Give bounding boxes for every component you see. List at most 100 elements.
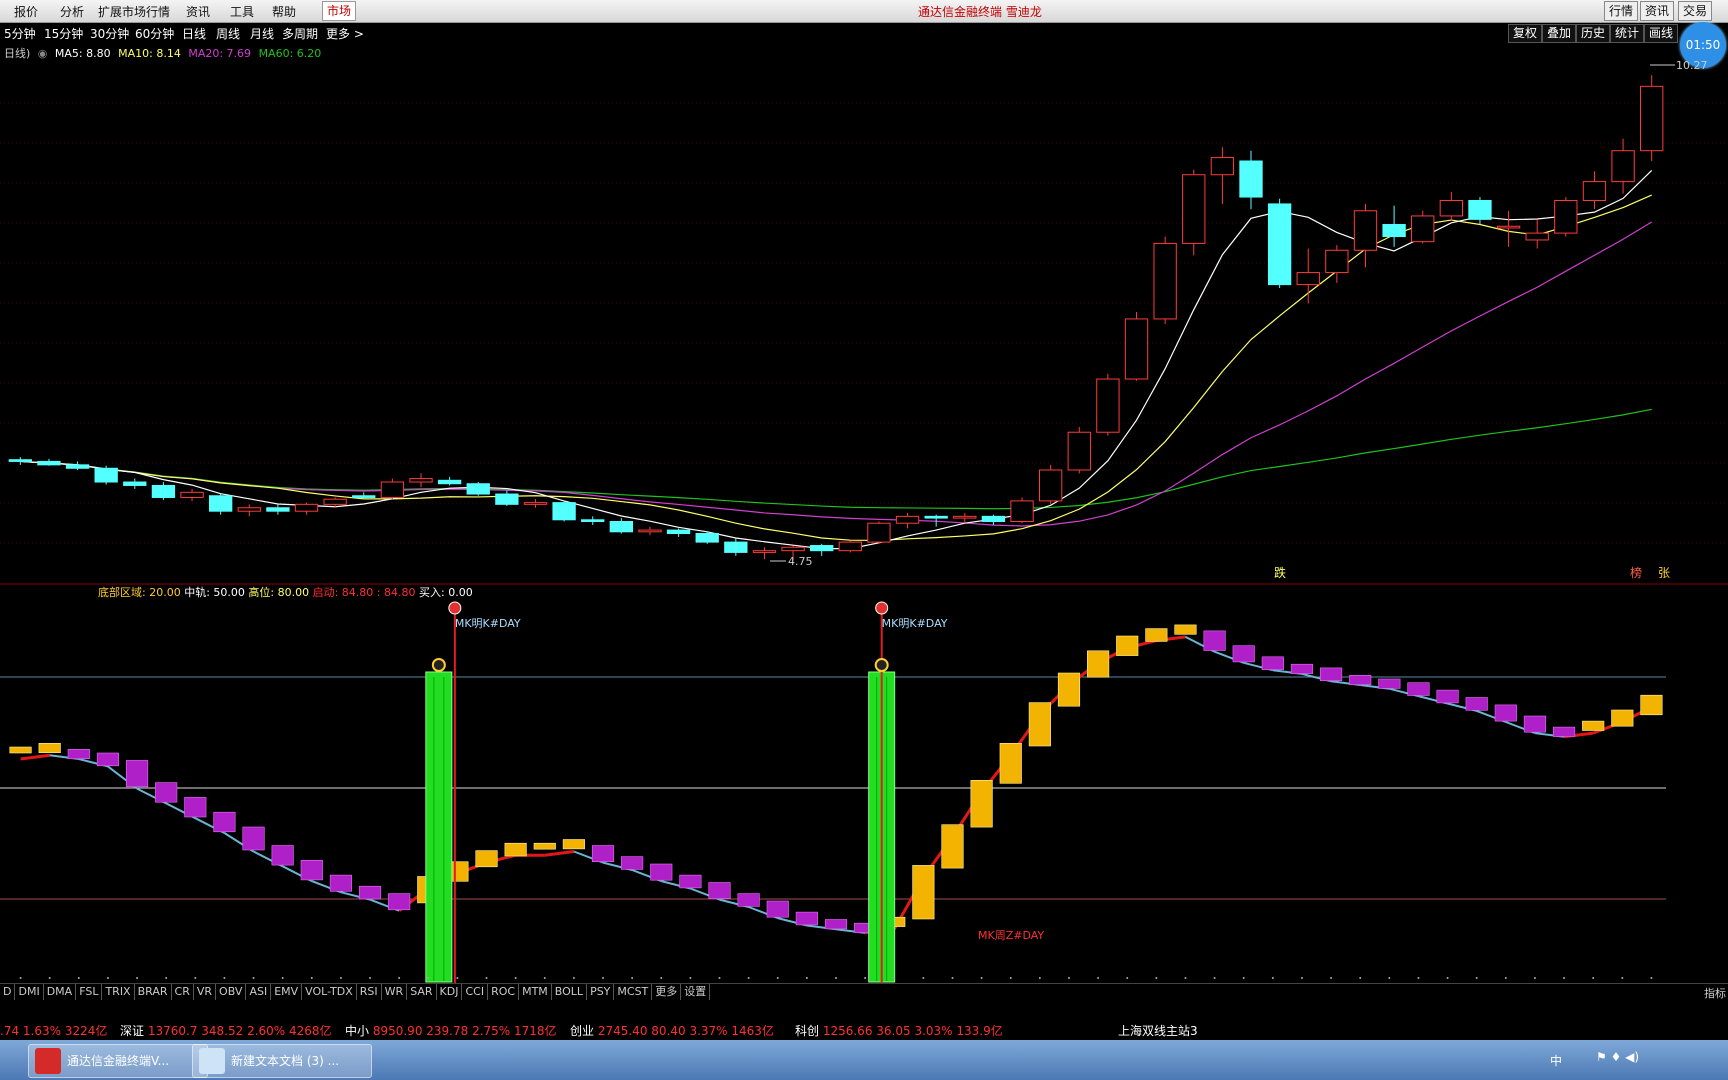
- tab-trix[interactable]: TRIX: [102, 984, 135, 1000]
- menu-item-market[interactable]: 市场: [322, 1, 357, 21]
- candle-body: [867, 522, 891, 543]
- tab-cci[interactable]: CCI: [462, 984, 489, 1000]
- indicator-block: [358, 885, 382, 900]
- tab-psy[interactable]: PSY: [587, 984, 615, 1000]
- quote-button[interactable]: 行情: [1604, 1, 1639, 21]
- ticker-value: 1.63%: [22, 1024, 65, 1038]
- tab-kdj[interactable]: KDJ: [437, 984, 463, 1000]
- ticker-item[interactable]: 科创 1256.66 36.05 3.03% 133.9亿: [795, 1022, 1003, 1039]
- period-more[interactable]: 更多 >: [326, 25, 364, 42]
- indicator-block: [1320, 667, 1343, 682]
- candle-body: [409, 478, 433, 483]
- news-button[interactable]: 资讯: [1640, 1, 1675, 21]
- indicator-block: [1057, 672, 1081, 707]
- tab-mtm[interactable]: MTM: [519, 984, 552, 1000]
- period-monthly[interactable]: 月线: [250, 25, 274, 42]
- tab-mcst[interactable]: MCST: [614, 984, 653, 1000]
- candle-body: [180, 491, 204, 498]
- candle-body: [123, 481, 147, 486]
- baseline-dot: [660, 977, 663, 979]
- history-button[interactable]: 历史: [1576, 24, 1611, 43]
- ticker-item[interactable]: 中小 8950.90 239.78 2.75% 1718亿: [345, 1022, 557, 1039]
- index-ticker: .74 1.63% 3224亿 深证 13760.7 348.52 2.60% …: [0, 1020, 1728, 1040]
- period-bar: 5分钟 15分钟 30分钟 60分钟 日线 周线 月线 多周期 更多 > 复权 …: [0, 23, 1728, 43]
- server-status[interactable]: 上海双线主站3: [1118, 1022, 1198, 1039]
- menu-item-tools[interactable]: 工具: [230, 3, 254, 20]
- baseline-dot: [1038, 977, 1041, 979]
- tab-indicator-menu[interactable]: 指标: [1704, 985, 1726, 1001]
- draw-button[interactable]: 画线: [1644, 24, 1679, 43]
- ticker-value: 36.05: [876, 1024, 915, 1038]
- menu-item-quote[interactable]: 报价: [14, 3, 38, 20]
- tab-obv[interactable]: OBV: [216, 984, 247, 1000]
- stats-button[interactable]: 统计: [1610, 24, 1645, 43]
- ma20-line: [20, 221, 1653, 527]
- tab-boll[interactable]: BOLL: [552, 984, 588, 1000]
- tab-更多[interactable]: 更多: [652, 984, 682, 1000]
- period-weekly[interactable]: 周线: [216, 25, 240, 42]
- candle-body: [1010, 500, 1034, 522]
- ime-indicator[interactable]: 中: [1550, 1052, 1562, 1069]
- menu-item-help[interactable]: 帮助: [272, 3, 296, 20]
- tab-cr[interactable]: CR: [172, 984, 194, 1000]
- tab-brar[interactable]: BRAR: [135, 984, 172, 1000]
- baseline-dot: [1446, 977, 1449, 979]
- tab-dma[interactable]: DMA: [44, 984, 77, 1000]
- candle-body: [810, 545, 834, 552]
- indicator-block: [38, 742, 61, 753]
- tab-d[interactable]: D: [0, 984, 16, 1000]
- baseline-dot: [369, 977, 372, 979]
- candle-body: [724, 541, 748, 553]
- tab-vr[interactable]: VR: [194, 984, 217, 1000]
- period-60min[interactable]: 60分钟: [135, 25, 174, 42]
- signal-label: MK明K#DAY: [455, 617, 521, 630]
- tray-icons[interactable]: ⚑ ♦ ◀): [1596, 1050, 1639, 1064]
- overlay-button[interactable]: 叠加: [1542, 24, 1577, 43]
- candle-body: [838, 541, 862, 552]
- adjust-button[interactable]: 复权: [1508, 24, 1543, 43]
- ticker-item[interactable]: 创业 2745.40 80.40 3.37% 1463亿: [570, 1022, 774, 1039]
- tab-dmi[interactable]: DMI: [15, 984, 44, 1000]
- kline-chart[interactable]: 10.274.75跌榜张MK明K#DAYMK明K#DAYMK周Z#DAY1202…: [0, 43, 1728, 983]
- task-notepad[interactable]: 新建文本文档 (3) ...: [192, 1044, 372, 1078]
- ticker-value: 2.60%: [247, 1024, 290, 1038]
- period-5min[interactable]: 5分钟: [4, 25, 36, 42]
- candle-body: [981, 515, 1006, 523]
- period-multi[interactable]: 多周期: [282, 25, 318, 42]
- ticker-item[interactable]: .74 1.63% 3224亿: [0, 1022, 107, 1039]
- tab-roc[interactable]: ROC: [488, 984, 520, 1000]
- ticker-value: 3224亿: [64, 1024, 108, 1038]
- menu-item-extended-market[interactable]: 扩展市场行情: [98, 3, 170, 20]
- indicator-block: [1523, 715, 1547, 733]
- indicator-block: [941, 824, 964, 869]
- baseline-dot: [398, 977, 401, 979]
- candle-body: [37, 460, 61, 466]
- tab-sar[interactable]: SAR: [407, 984, 437, 1000]
- trade-button[interactable]: 交易: [1678, 1, 1713, 21]
- ticker-item[interactable]: 深证 13760.7 348.52 2.60% 4268亿: [120, 1022, 332, 1039]
- baseline-dot: [1067, 977, 1070, 979]
- baseline-dot: [77, 977, 80, 979]
- tab-wr[interactable]: WR: [382, 984, 408, 1000]
- indicator-tabs: D DMI DMA FSL TRIX BRAR CR VR OBV ASI EMV VOL-TDX RS…: [0, 983, 1728, 1002]
- baseline-dot: [136, 977, 139, 979]
- indicator-block: [1203, 630, 1226, 651]
- indicator-block: [1028, 702, 1051, 747]
- period-30min[interactable]: 30分钟: [90, 25, 129, 42]
- tab-rsi[interactable]: RSI: [357, 984, 382, 1000]
- menu-item-analysis[interactable]: 分析: [60, 3, 84, 20]
- candle-body: [1496, 225, 1521, 229]
- tab-vol-tdx[interactable]: VOL-TDX: [302, 984, 357, 1000]
- tab-asi[interactable]: ASI: [246, 984, 272, 1000]
- tab-emv[interactable]: EMV: [271, 984, 303, 1000]
- indicator-block: [1407, 682, 1430, 696]
- tab-设置[interactable]: 设置: [681, 984, 711, 1000]
- period-daily[interactable]: 日线: [182, 25, 206, 42]
- task-tdx[interactable]: 通达信金融终端V...: [28, 1044, 208, 1078]
- tab-fsl[interactable]: FSL: [76, 984, 103, 1000]
- candle-body: [65, 464, 90, 469]
- ticker-value: 3.37%: [689, 1024, 732, 1038]
- baseline-dot: [427, 977, 430, 979]
- period-15min[interactable]: 15分钟: [44, 25, 83, 42]
- menu-item-news[interactable]: 资讯: [186, 3, 210, 20]
